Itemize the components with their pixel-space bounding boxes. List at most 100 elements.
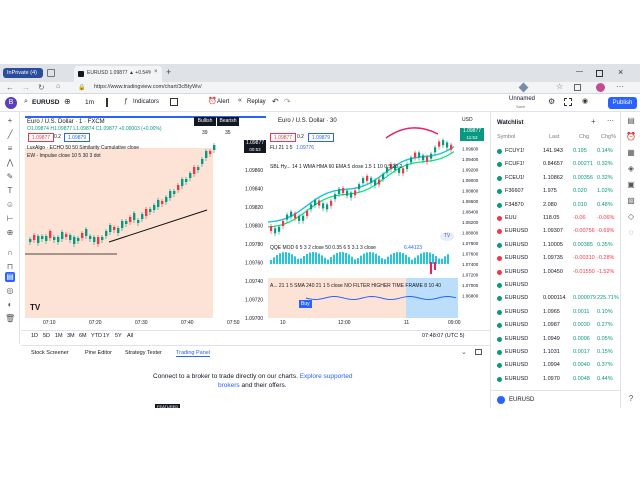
visibility-icon[interactable]: ◐: [5, 300, 15, 310]
news-icon[interactable]: ▧: [626, 196, 636, 206]
right-indicator-fli[interactable]: FLI 21 1 5: [270, 143, 293, 154]
tab-strategy-tester[interactable]: Strategy Tester: [125, 350, 162, 356]
browser-menu-icon[interactable]: ⋯: [616, 82, 624, 91]
watchlist-row[interactable]: EURUSD 1.09307 -0.00756 -0.69%: [491, 226, 621, 237]
watchlist-row[interactable]: F36607 1.975 0.020 1.02%: [491, 186, 621, 197]
extension-icon[interactable]: [518, 82, 529, 93]
tab-trading-panel[interactable]: Trading Panel: [176, 350, 211, 357]
publish-button[interactable]: Publish: [608, 97, 637, 109]
tv-user-avatar[interactable]: B: [5, 97, 17, 109]
forward-icon[interactable]: →: [22, 83, 30, 92]
delete-icon[interactable]: 🗑: [5, 314, 15, 324]
left-indicator-ew[interactable]: EW - Impulse close 10 5 30 3 dot: [27, 151, 101, 162]
interval-button[interactable]: 1m: [85, 99, 94, 106]
range-ytd[interactable]: YTD: [91, 333, 102, 339]
home-icon[interactable]: ⌂: [56, 83, 60, 90]
range-5y[interactable]: 5Y: [115, 333, 122, 339]
watchlist-menu-icon[interactable]: ⋯: [607, 117, 614, 125]
replay-button[interactable]: Replay: [247, 99, 266, 105]
watchlist-row[interactable]: EUU 118.05 -0.06 -0.06%: [491, 213, 621, 224]
ruler-icon[interactable]: ⊢: [5, 214, 15, 224]
object-tree-icon[interactable]: ▤: [5, 272, 15, 282]
tab-list-icon[interactable]: [47, 69, 55, 77]
watchlist-row[interactable]: F34870 2.080 0.010 0.48%: [491, 200, 621, 211]
measure-icon[interactable]: ☺: [5, 200, 15, 210]
watchlist-icon[interactable]: ▤: [626, 116, 636, 126]
pattern-icon[interactable]: ⋀: [5, 158, 15, 168]
range-all[interactable]: All: [127, 333, 133, 339]
footer-symbol[interactable]: EURUSD: [509, 397, 534, 403]
collections-icon[interactable]: [574, 84, 581, 91]
range-6m[interactable]: 6M: [79, 333, 87, 339]
watchlist-row[interactable]: EURUSD 1.0965 0.0011 0.10%: [491, 307, 621, 318]
explore-link[interactable]: Explore supported: [300, 373, 353, 380]
symbol-search-button[interactable]: EURUSD: [32, 99, 59, 106]
watchlist-row[interactable]: FCUF1! 0.84657 0.00271 0.32%: [491, 159, 621, 170]
watchlist-row[interactable]: EURUSD 1.10005 0.00385 0.35%: [491, 240, 621, 251]
help-icon[interactable]: ?: [626, 394, 636, 404]
range-5d[interactable]: 5D: [43, 333, 50, 339]
close-window-icon[interactable]: ×: [618, 67, 623, 77]
watchlist-row[interactable]: EURUSD 1.0970 0.0048 0.44%: [491, 374, 621, 385]
calendar-icon[interactable]: ▣: [626, 180, 636, 190]
watchlist-row[interactable]: FCUY1! 141.943 0.195 0.14%: [491, 146, 621, 157]
tab-stock-screener[interactable]: Stock Screener: [31, 350, 69, 356]
header-chg[interactable]: Chg: [579, 132, 589, 143]
watchlist-row[interactable]: EURUSD 1.0994 0.0040 0.37%: [491, 360, 621, 371]
watchlist-row[interactable]: EURUSD 0.000114 0.000079 225.71%: [491, 293, 621, 304]
crosshair-icon[interactable]: +: [5, 116, 15, 126]
right-indicator-sbl[interactable]: SBL Hy... 14 1 WMA HMA 60 EMA 5 close 1.…: [270, 162, 402, 173]
url-text[interactable]: https://www.tradingview.com/chart/3cBtyW…: [94, 84, 202, 90]
ideas-icon[interactable]: ◇: [626, 212, 636, 222]
watchlist-add-icon[interactable]: +: [591, 117, 596, 126]
right-indicator-a[interactable]: A... 21 1 5 SMA 240 21 1 5 close NO FILT…: [270, 281, 441, 292]
profile-icon[interactable]: [596, 83, 605, 92]
left-sell-button[interactable]: 1.09877: [28, 133, 55, 142]
watchlist-row[interactable]: EURUSD 1.1031 0.0017 0.15%: [491, 347, 621, 358]
hotlists-icon[interactable]: ◈: [626, 164, 636, 174]
right-buy-button[interactable]: 1.09879: [308, 133, 335, 142]
zoom-icon[interactable]: ⊕: [5, 228, 15, 238]
alert-button[interactable]: Alert: [217, 99, 229, 105]
header-last[interactable]: Last: [549, 132, 559, 143]
maximize-icon[interactable]: [596, 70, 603, 77]
right-indicator-qqe[interactable]: QQE MOD 6 5 3 2 close 50 0.35 6 5 3.1 3 …: [270, 243, 376, 254]
refresh-icon[interactable]: ↻: [38, 83, 45, 92]
watchlist-row[interactable]: EURUSD: [491, 280, 621, 291]
alerts-icon[interactable]: ⏰: [626, 132, 636, 142]
header-chg-pct[interactable]: Chg%: [601, 132, 616, 143]
camera-icon[interactable]: ◉: [582, 97, 588, 105]
undo-icon[interactable]: ↶: [272, 97, 279, 106]
watchlist-row[interactable]: EURUSD 1.09735 -0.00310 -0.28%: [491, 253, 621, 264]
favorites-icon[interactable]: ☆: [556, 82, 563, 91]
panel-collapse-icon[interactable]: ⌄: [461, 348, 467, 356]
templates-icon[interactable]: [170, 98, 178, 106]
panel-maximize-icon[interactable]: [475, 349, 482, 355]
inprivate-badge[interactable]: InPrivate (4): [3, 68, 43, 78]
brokers-link[interactable]: brokers: [218, 382, 240, 389]
minimize-icon[interactable]: —: [576, 68, 583, 75]
back-icon[interactable]: ←: [6, 83, 14, 92]
watchlist-row[interactable]: FCEU1! 1.10862 0.00356 0.32%: [491, 173, 621, 184]
indicators-button[interactable]: Indicators: [133, 99, 159, 105]
add-symbol-icon[interactable]: ⊕: [64, 97, 71, 106]
watchlist-row[interactable]: EURUSD 1.0949 0.0006 0.05%: [491, 334, 621, 345]
watchlist-title[interactable]: Watchlist: [497, 120, 523, 126]
fib-icon[interactable]: ≡: [5, 144, 15, 154]
fullscreen-icon[interactable]: [564, 98, 572, 106]
session-clock[interactable]: 07:48:07 (UTC 5): [422, 333, 465, 339]
magnet-icon[interactable]: ∩: [5, 248, 15, 258]
tab-title[interactable]: EURUSD 1.09877 ▲ +0.54% Unn: [87, 70, 151, 76]
left-buy-button[interactable]: 1.09879: [64, 133, 91, 142]
search-icon[interactable]: ⌕: [24, 98, 28, 106]
lock-drawings-icon[interactable]: ⊓: [5, 262, 15, 272]
text-icon[interactable]: T: [5, 186, 15, 196]
data-window-icon[interactable]: ▦: [626, 148, 636, 158]
range-1y[interactable]: 1Y: [103, 333, 110, 339]
settings-icon[interactable]: ⚙: [548, 97, 555, 106]
new-tab-icon[interactable]: +: [166, 67, 171, 77]
range-1m[interactable]: 1M: [55, 333, 63, 339]
chart-type-icon[interactable]: [106, 98, 113, 107]
chat-icon[interactable]: ◌: [626, 228, 636, 238]
right-sell-button[interactable]: 1.09877: [270, 133, 297, 142]
